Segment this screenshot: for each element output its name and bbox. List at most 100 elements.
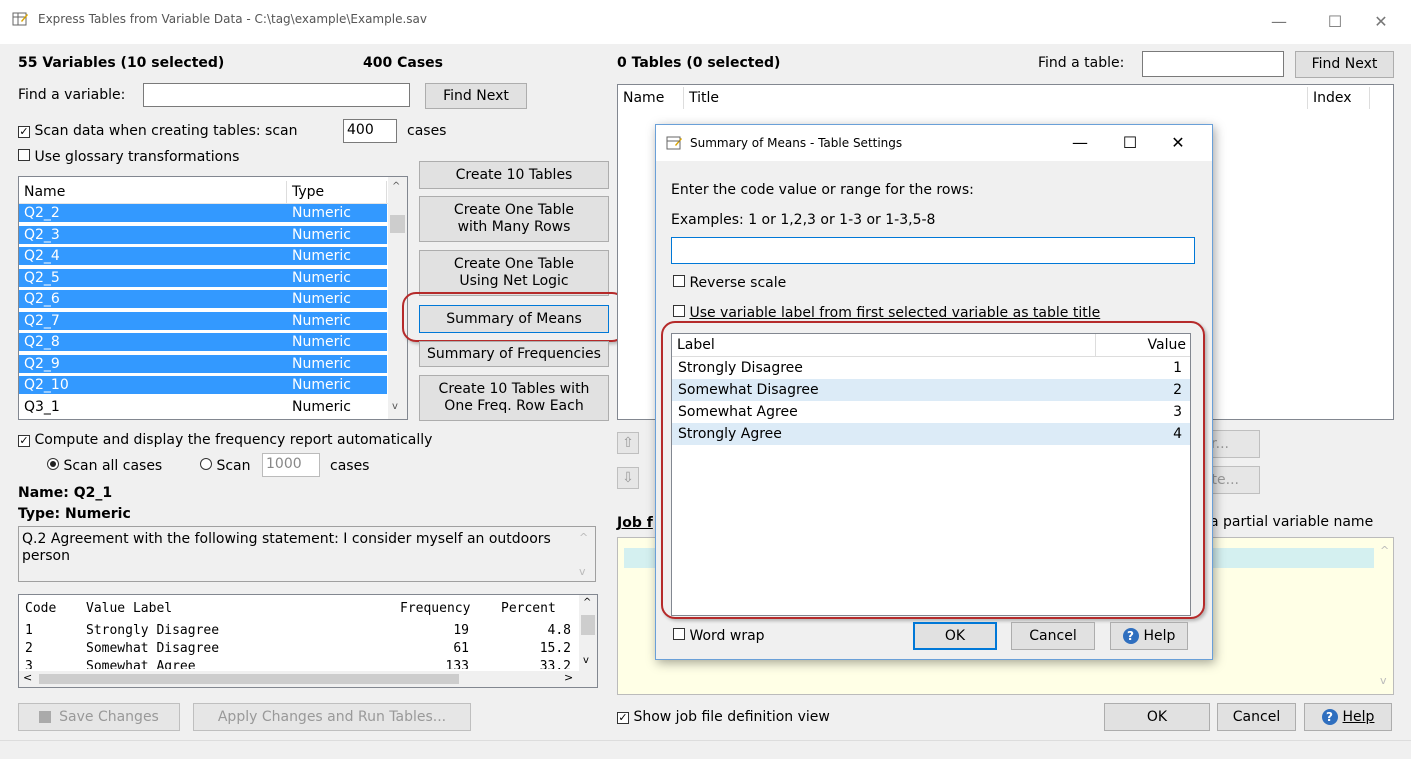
variable-row[interactable]: Q2_10 Numeric bbox=[19, 376, 387, 394]
frequency-hscrollbar[interactable]: < > bbox=[19, 671, 597, 687]
variable-row[interactable]: Q2_3 Numeric bbox=[19, 225, 387, 244]
frequency-vscrollbar[interactable]: ^ v bbox=[579, 595, 597, 671]
summary-of-frequencies-button[interactable]: Summary of Frequencies bbox=[419, 341, 609, 367]
scan-data-count-input[interactable]: 400 bbox=[343, 119, 397, 143]
variable-row[interactable]: Q2_4 Numeric bbox=[19, 247, 387, 265]
variable-row[interactable]: Q2_6 Numeric bbox=[19, 290, 387, 308]
frequency-cell-label: Somewhat Disagree bbox=[86, 641, 220, 656]
variable-name: Q2_4 bbox=[24, 248, 60, 264]
tables-header-title[interactable]: Title bbox=[684, 87, 1308, 109]
variable-list-rows: Q2_2 Numeric Q2_3 Numeric Q2_4 Numeric Q2_5 Num… bbox=[19, 204, 387, 419]
glossary-checkbox[interactable] bbox=[18, 149, 30, 161]
variable-description: Q.2 Agreement with the following stateme… bbox=[22, 531, 551, 564]
find-variable-label: Find a variable: bbox=[18, 87, 126, 103]
scrollbar-thumb[interactable] bbox=[390, 215, 405, 233]
variable-list[interactable]: Name Type Q2_2 Numeric Q2_3 Numeric Q2_4 Nume… bbox=[18, 176, 408, 420]
move-up-icon[interactable]: ⇧ bbox=[617, 432, 639, 454]
row-range-input[interactable] bbox=[671, 237, 1195, 264]
freq-header-frequency: Frequency bbox=[400, 601, 471, 616]
scan-all-radio[interactable] bbox=[47, 458, 59, 470]
variable-type: Numeric bbox=[292, 269, 351, 286]
main-ok-button[interactable]: OK bbox=[1104, 703, 1210, 731]
scroll-down-icon[interactable]: v bbox=[1380, 674, 1387, 687]
scrollbar-thumb[interactable] bbox=[581, 615, 595, 635]
find-table-input[interactable] bbox=[1142, 51, 1284, 77]
scroll-up-icon[interactable]: ^ bbox=[392, 181, 400, 192]
variable-type: Numeric bbox=[292, 377, 351, 393]
create-10-tables-one-row-button[interactable]: Create 10 Tables with One Freq. Row Each bbox=[419, 375, 609, 421]
frequency-list[interactable]: Code Value Label Frequency Percent 1 Stro… bbox=[18, 594, 598, 688]
variable-name: Q2_7 bbox=[24, 312, 60, 329]
scrollbar-thumb[interactable] bbox=[39, 674, 459, 684]
scroll-left-icon[interactable]: < bbox=[23, 671, 32, 684]
create-10-tables-button[interactable]: Create 10 Tables bbox=[419, 161, 609, 189]
variable-list-header-type[interactable]: Type bbox=[287, 181, 387, 203]
frequency-row[interactable]: 3 Somewhat Agree 133 33.2 bbox=[19, 659, 579, 669]
frequency-cell-label: Strongly Disagree bbox=[86, 623, 220, 638]
maximize-button[interactable]: ☐ bbox=[1313, 8, 1357, 36]
dialog-cancel-button[interactable]: Cancel bbox=[1011, 622, 1095, 650]
variable-list-header: Name Type bbox=[19, 177, 407, 204]
summary-of-means-highlight bbox=[402, 292, 626, 342]
dialog-help-button[interactable]: ? Help bbox=[1110, 622, 1188, 650]
variable-row[interactable]: Q2_5 Numeric bbox=[19, 268, 387, 287]
dialog-maximize-button[interactable]: ☐ bbox=[1108, 129, 1152, 157]
main-cancel-button[interactable]: Cancel bbox=[1217, 703, 1296, 731]
scan-cases-suffix: cases bbox=[407, 123, 447, 139]
scroll-down-icon[interactable]: v bbox=[583, 655, 589, 666]
variable-type: Numeric bbox=[292, 334, 351, 350]
show-job-def-row: ✓ Show job file definition view bbox=[617, 709, 830, 725]
dialog-close-button[interactable]: ✕ bbox=[1156, 129, 1200, 157]
scan-n-radio[interactable] bbox=[200, 458, 212, 470]
word-wrap-checkbox[interactable] bbox=[673, 628, 685, 640]
scroll-down-icon[interactable]: v bbox=[579, 565, 586, 578]
minimize-button[interactable]: — bbox=[1257, 8, 1301, 36]
frequency-row[interactable]: 2 Somewhat Disagree 61 15.2 bbox=[19, 641, 579, 659]
compute-freq-checkbox[interactable]: ✓ bbox=[18, 435, 30, 447]
show-job-def-label: Show job file definition view bbox=[633, 709, 830, 725]
scan-data-label: Scan data when creating tables: scan bbox=[34, 123, 298, 139]
variable-name: Q2_6 bbox=[24, 291, 60, 307]
scroll-up-icon[interactable]: ^ bbox=[579, 531, 588, 544]
variable-description-box[interactable]: Q.2 Agreement with the following stateme… bbox=[18, 526, 596, 582]
scroll-up-icon[interactable]: ^ bbox=[583, 597, 591, 608]
create-one-table-net-logic-button[interactable]: Create One Table Using Net Logic bbox=[419, 250, 609, 296]
variable-list-header-name[interactable]: Name bbox=[19, 181, 287, 203]
tables-header-name[interactable]: Name bbox=[618, 87, 684, 109]
variable-row[interactable]: Q2_2 Numeric bbox=[19, 204, 387, 222]
cases-count-label: 400 Cases bbox=[363, 55, 443, 71]
variable-row[interactable]: Q2_9 Numeric bbox=[19, 354, 387, 373]
use-var-label-checkbox[interactable] bbox=[673, 305, 685, 317]
compute-freq-row: ✓ Compute and display the frequency repo… bbox=[18, 432, 432, 448]
tables-header-index[interactable]: Index bbox=[1308, 87, 1370, 109]
dialog-ok-button[interactable]: OK bbox=[913, 622, 997, 650]
scroll-down-icon[interactable]: v bbox=[392, 401, 398, 412]
scan-data-checkbox[interactable]: ✓ bbox=[18, 126, 30, 138]
move-down-icon[interactable]: ⇩ bbox=[617, 467, 639, 489]
frequency-row[interactable]: 1 Strongly Disagree 19 4.8 bbox=[19, 623, 579, 641]
dialog-app-icon bbox=[666, 136, 682, 150]
variable-row[interactable]: Q3_1 Numeric bbox=[19, 398, 387, 416]
find-table-label: Find a table: bbox=[1038, 55, 1125, 71]
variable-name: Q2_3 bbox=[24, 226, 60, 243]
show-job-def-checkbox[interactable]: ✓ bbox=[617, 712, 629, 724]
variable-row[interactable]: Q2_7 Numeric bbox=[19, 311, 387, 330]
main-help-button[interactable]: ? Help bbox=[1304, 703, 1392, 731]
reverse-scale-checkbox[interactable] bbox=[673, 275, 685, 287]
close-button[interactable]: ✕ bbox=[1359, 8, 1403, 36]
save-changes-button[interactable]: Save Changes bbox=[18, 703, 180, 731]
find-next-variable-button[interactable]: Find Next bbox=[425, 83, 527, 109]
find-next-table-button[interactable]: Find Next bbox=[1295, 51, 1394, 78]
word-wrap-label: Word wrap bbox=[689, 628, 765, 644]
scroll-up-icon[interactable]: ^ bbox=[1380, 544, 1389, 557]
scan-all-label: Scan all cases bbox=[63, 458, 163, 474]
variable-row[interactable]: Q2_8 Numeric bbox=[19, 333, 387, 351]
scan-n-input[interactable]: 1000 bbox=[262, 453, 320, 477]
variable-type: Numeric bbox=[292, 355, 351, 372]
scroll-right-icon[interactable]: > bbox=[564, 671, 573, 684]
frequency-cell-pct: 33.2 bbox=[539, 659, 571, 669]
dialog-minimize-button[interactable]: — bbox=[1058, 129, 1102, 157]
create-one-table-many-rows-button[interactable]: Create One Table with Many Rows bbox=[419, 196, 609, 242]
find-variable-input[interactable] bbox=[143, 83, 410, 107]
apply-changes-run-button[interactable]: Apply Changes and Run Tables... bbox=[193, 703, 471, 731]
